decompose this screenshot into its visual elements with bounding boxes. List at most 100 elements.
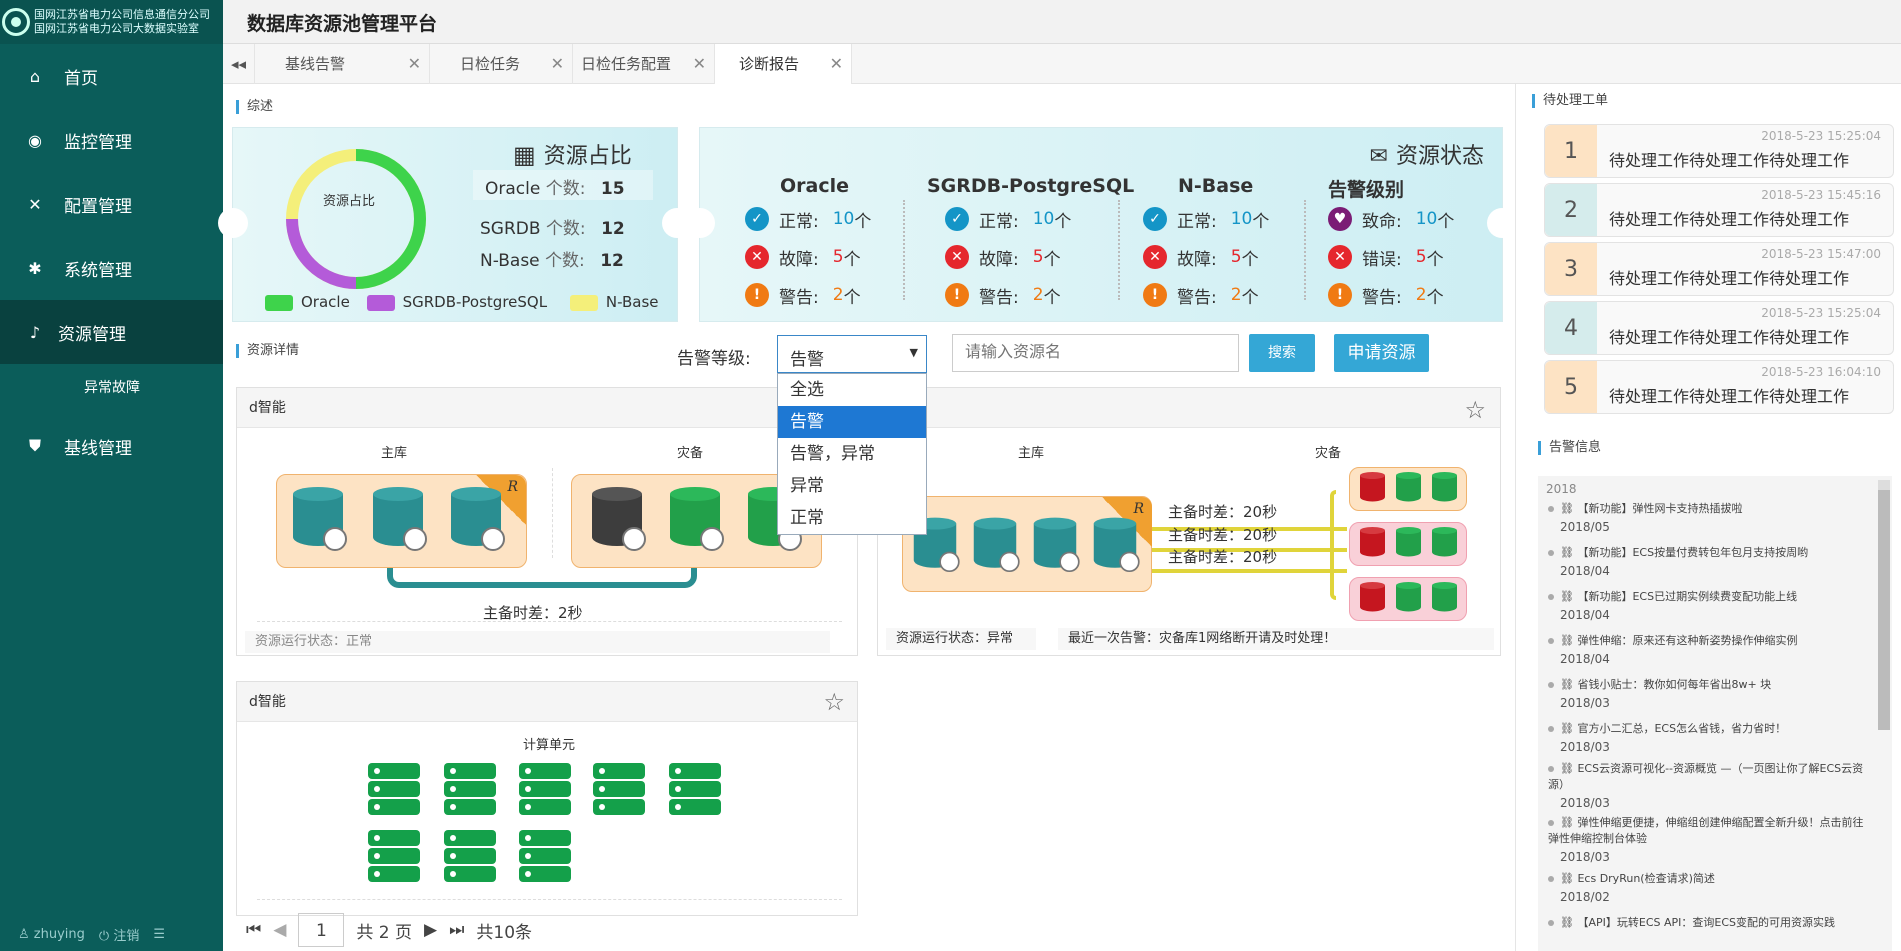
- close-icon[interactable]: ✕: [830, 44, 843, 84]
- link-icon: ⛓: [1560, 502, 1574, 515]
- close-icon[interactable]: ✕: [693, 44, 706, 84]
- legend-swatch: [569, 294, 598, 311]
- sidebar-item-label: 系统管理: [64, 260, 132, 281]
- prev-page-icon[interactable]: ◀: [273, 920, 286, 940]
- logout-link[interactable]: ⏻ 注销: [99, 925, 139, 944]
- legend-label: Oracle: [301, 293, 350, 311]
- alert-item[interactable]: ⛓ 官方小二汇总，ECS怎么省钱，省力省时！ 2018/03: [1548, 720, 1868, 754]
- status-value: 2: [832, 285, 844, 305]
- ticket-item[interactable]: 2 2018-5-23 15:45:16 待处理工作待处理工作待处理工作: [1544, 183, 1894, 237]
- scrollbar[interactable]: [1878, 480, 1890, 730]
- tab-daily-check[interactable]: 日检任务 ✕: [430, 44, 573, 84]
- option-abnormal[interactable]: 异常: [778, 470, 926, 502]
- sidebar-item-system[interactable]: ✱ 系统管理: [0, 236, 223, 300]
- status-value: 10: [1032, 209, 1055, 229]
- alert-text: ECS云资源可视化--资源概览 —（一页图让你了解ECS云资源）: [1548, 762, 1864, 791]
- status-unit: 个: [1043, 287, 1061, 308]
- alert-item[interactable]: ⛓ 【新功能】ECS按量付费转包年包月支持按周哟 2018/04: [1548, 544, 1868, 578]
- sidebar-item-label: 监控管理: [64, 132, 132, 153]
- sidebar-item-baseline[interactable]: ⛊ 基线管理: [0, 414, 223, 478]
- database-icon: [1360, 582, 1385, 613]
- option-all[interactable]: 全选: [778, 374, 926, 406]
- ticket-number: 3: [1545, 243, 1597, 295]
- sidebar-item-label: 异常故障: [84, 380, 140, 396]
- replication-link: [387, 566, 697, 588]
- first-page-icon[interactable]: ⏮: [246, 920, 261, 940]
- user-link[interactable]: ♙ zhuying: [18, 927, 85, 942]
- close-icon[interactable]: ✕: [408, 44, 421, 84]
- next-page-icon[interactable]: ▶: [424, 920, 437, 940]
- ticket-item[interactable]: 5 2018-5-23 16:04:10 待处理工作待处理工作待处理工作: [1544, 360, 1894, 414]
- sidebar-item-config[interactable]: ✕ 配置管理: [0, 172, 223, 236]
- alert-item[interactable]: ⛓ 【新功能】弹性网卡支持热插拔啦 2018/05: [1548, 500, 1868, 534]
- mail-icon: ✉: [1369, 144, 1388, 169]
- apply-resource-button[interactable]: 申请资源: [1334, 334, 1429, 372]
- alert-item[interactable]: ⛓ 弹性伸缩：原来还有这种新姿势操作伸缩实例 2018/04: [1548, 632, 1868, 666]
- last-page-icon[interactable]: ⏭: [449, 920, 464, 940]
- alert-item[interactable]: ⛓ 【API】玩转ECS API：查询ECS变配的可用资源实践: [1548, 914, 1868, 934]
- donut-label: 资源占比: [323, 194, 376, 209]
- status-unit: 个: [1426, 287, 1444, 308]
- database-icon: [973, 517, 1020, 573]
- database-icon: [1360, 472, 1385, 503]
- alert-item[interactable]: ⛓ 省钱小贴士：教你如何每年省出8w+ 块 2018/03: [1548, 676, 1868, 710]
- status-title: ✉ 资源状态: [1370, 138, 1484, 170]
- database-icon: [592, 487, 646, 551]
- ticket-time: 2018-5-23 15:25:04: [1761, 306, 1881, 320]
- option-normal[interactable]: 正常: [778, 502, 926, 534]
- sidebar-item-monitor[interactable]: ◉ 监控管理: [0, 108, 223, 172]
- sidebar-item-home[interactable]: ⌂ 首页: [0, 44, 223, 108]
- database-icon: [1396, 527, 1421, 558]
- tab-baseline-alert[interactable]: 基线告警 ✕: [255, 44, 430, 84]
- alert-level-label: 告警等级:: [677, 349, 751, 369]
- tab-bar: ◂◂ 基线告警 ✕ 日检任务 ✕ 日检任务配置 ✕ 诊断报告 ✕: [223, 44, 1901, 84]
- ticket-item[interactable]: 4 2018-5-23 15:25:04 待处理工作待处理工作待处理工作: [1544, 301, 1894, 355]
- alert-item[interactable]: ⛓ 【新功能】ECS已过期实例续费变配功能上线 2018/04: [1548, 588, 1868, 622]
- alert-level-select[interactable]: 告警 ▼: [777, 335, 927, 373]
- star-icon[interactable]: ☆: [1464, 396, 1486, 424]
- status-unit: 个: [1437, 211, 1455, 232]
- tab-diagnosis-report[interactable]: 诊断报告 ✕: [715, 44, 852, 84]
- option-alert[interactable]: 告警: [778, 406, 926, 438]
- status-unit: 个: [1241, 287, 1259, 308]
- last-alert: 最近一次告警：灾备库1网络断开请及时处理！: [1058, 628, 1494, 650]
- alert-item[interactable]: ⛓ Ecs DryRun(检查请求)简述 2018/02: [1548, 870, 1868, 904]
- database-icon: [1360, 527, 1385, 558]
- database-icon: [451, 487, 505, 551]
- sidebar-subitem-fault[interactable]: 异常故障: [0, 366, 223, 408]
- ticket-text: 待处理工作待处理工作待处理工作: [1609, 151, 1850, 170]
- warning-icon: !: [1328, 283, 1352, 307]
- resource-search-input[interactable]: [952, 334, 1239, 372]
- star-icon[interactable]: ☆: [823, 688, 845, 716]
- alert-date: 2018/02: [1560, 890, 1610, 904]
- database-icon: [293, 487, 347, 551]
- option-alert-abnormal[interactable]: 告警，异常: [778, 438, 926, 470]
- shield-icon: ⛊: [28, 436, 41, 455]
- sidebar-item-resource[interactable]: ♪ 资源管理: [0, 300, 223, 364]
- tab-scroll-left-icon[interactable]: ◂◂: [223, 44, 255, 84]
- status-row: ! 警告: 2 个: [945, 276, 1061, 314]
- status-row: ✕ 故障: 5 个: [945, 238, 1061, 276]
- close-icon[interactable]: ✕: [551, 44, 564, 84]
- section-tickets: 待处理工单: [1532, 94, 1608, 108]
- server-icon: [519, 830, 571, 888]
- search-button[interactable]: 搜索: [1249, 334, 1315, 372]
- menu-icon[interactable]: ☰: [153, 927, 165, 942]
- alert-date: 2018/04: [1560, 652, 1610, 666]
- warning-icon: !: [745, 283, 769, 307]
- tab-daily-check-config[interactable]: 日检任务配置 ✕: [573, 44, 715, 84]
- check-icon: ♥: [1328, 207, 1352, 231]
- ratio-title-text: 资源占比: [543, 144, 632, 169]
- status-label: 正常:: [779, 211, 819, 232]
- alert-item[interactable]: ⛓ ECS云资源可视化--资源概览 —（一页图让你了解ECS云资源） 2018/0…: [1548, 760, 1868, 810]
- alert-date: 2018/05: [1560, 520, 1610, 534]
- ticket-item[interactable]: 3 2018-5-23 15:47:00 待处理工作待处理工作待处理工作: [1544, 242, 1894, 296]
- status-row: ✓ 正常: 10 个: [745, 200, 871, 238]
- alert-item[interactable]: ⛓ 弹性伸缩更便捷，伸缩组创建伸缩配置全新升级！点击前往弹性伸缩控制台体验 201…: [1548, 814, 1868, 864]
- warning-icon: !: [945, 283, 969, 307]
- ticket-item[interactable]: 1 2018-5-23 15:25:04 待处理工作待处理工作待处理工作: [1544, 124, 1894, 178]
- status-label: 故障:: [979, 249, 1019, 270]
- total-count: 共10条: [476, 922, 533, 943]
- ticket-number: 2: [1545, 184, 1597, 236]
- page-number-input[interactable]: 1: [298, 913, 345, 947]
